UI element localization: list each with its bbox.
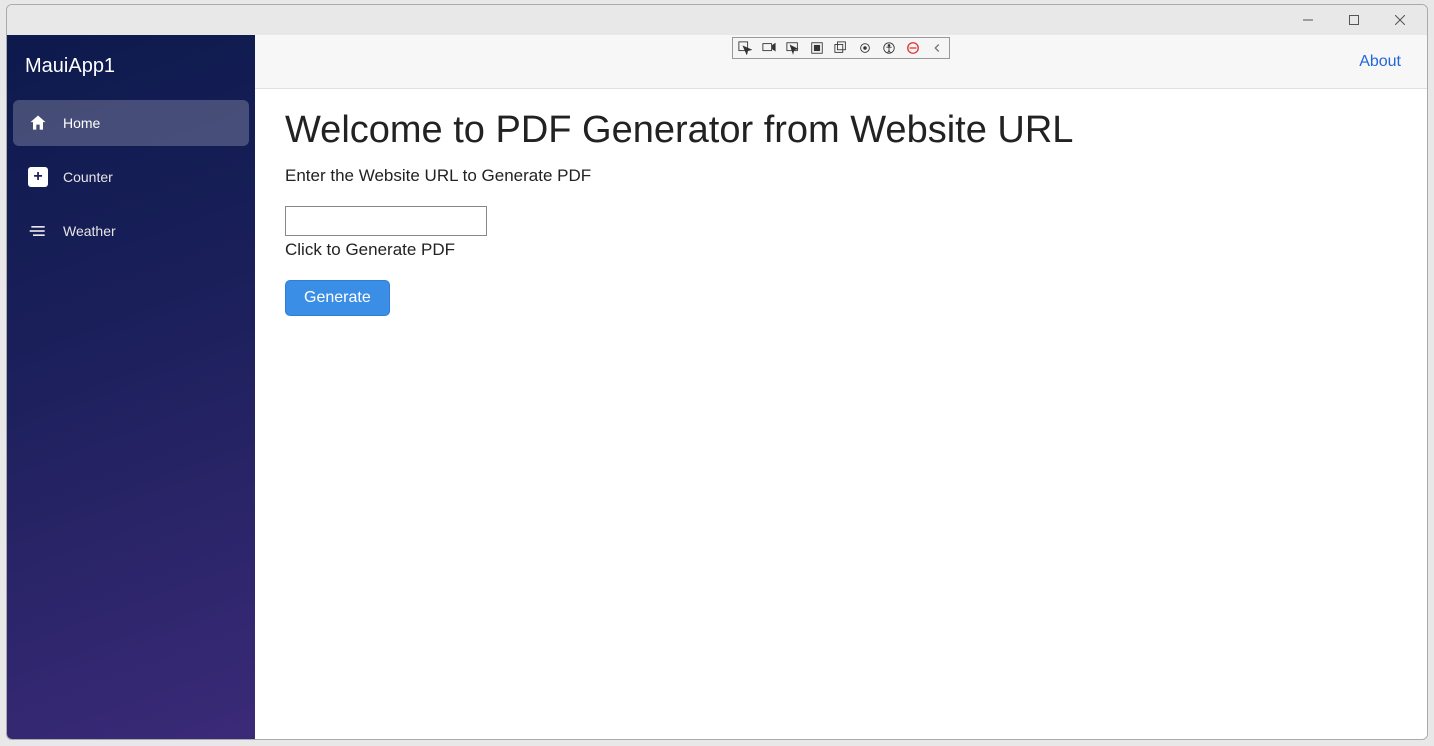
sidebar-item-label: Home	[63, 115, 100, 131]
sidebar-item-label: Counter	[63, 169, 113, 185]
window-close-button[interactable]	[1377, 5, 1423, 35]
sidebar-nav: Home + Counter	[7, 100, 255, 254]
debug-toolbar	[732, 37, 950, 59]
sidebar-item-label: Weather	[63, 223, 116, 239]
generate-hint-label: Click to Generate PDF	[285, 240, 1397, 260]
debug-select-element-icon[interactable]	[733, 38, 757, 58]
app-title: MauiApp1	[7, 35, 255, 100]
debug-inspect-icon[interactable]	[781, 38, 805, 58]
debug-stop-icon[interactable]	[901, 38, 925, 58]
sidebar-item-counter[interactable]: + Counter	[13, 154, 249, 200]
debug-target-icon[interactable]	[853, 38, 877, 58]
sidebar-item-weather[interactable]: Weather	[13, 208, 249, 254]
plus-icon: +	[27, 166, 49, 188]
debug-layers-icon[interactable]	[829, 38, 853, 58]
page-heading: Welcome to PDF Generator from Website UR…	[285, 109, 1397, 152]
home-icon	[27, 112, 49, 134]
url-prompt-label: Enter the Website URL to Generate PDF	[285, 166, 1397, 186]
sidebar-item-home[interactable]: Home	[13, 100, 249, 146]
generate-button[interactable]: Generate	[285, 280, 390, 316]
debug-accessibility-icon[interactable]	[877, 38, 901, 58]
sidebar: MauiApp1 Home + Counter	[7, 35, 255, 739]
window-titlebar	[7, 5, 1427, 35]
debug-box-icon[interactable]	[805, 38, 829, 58]
debug-screencast-icon[interactable]	[757, 38, 781, 58]
list-icon	[27, 220, 49, 242]
about-link[interactable]: About	[1359, 53, 1401, 71]
window-minimize-button[interactable]	[1285, 5, 1331, 35]
app-window: MauiApp1 Home + Counter	[6, 4, 1428, 740]
url-input[interactable]	[285, 206, 487, 236]
debug-collapse-icon[interactable]	[925, 38, 949, 58]
content: Welcome to PDF Generator from Website UR…	[255, 89, 1427, 739]
main-area: About Welcome to PDF Generator from Webs…	[255, 35, 1427, 739]
app-body: MauiApp1 Home + Counter	[7, 35, 1427, 739]
window-maximize-button[interactable]	[1331, 5, 1377, 35]
